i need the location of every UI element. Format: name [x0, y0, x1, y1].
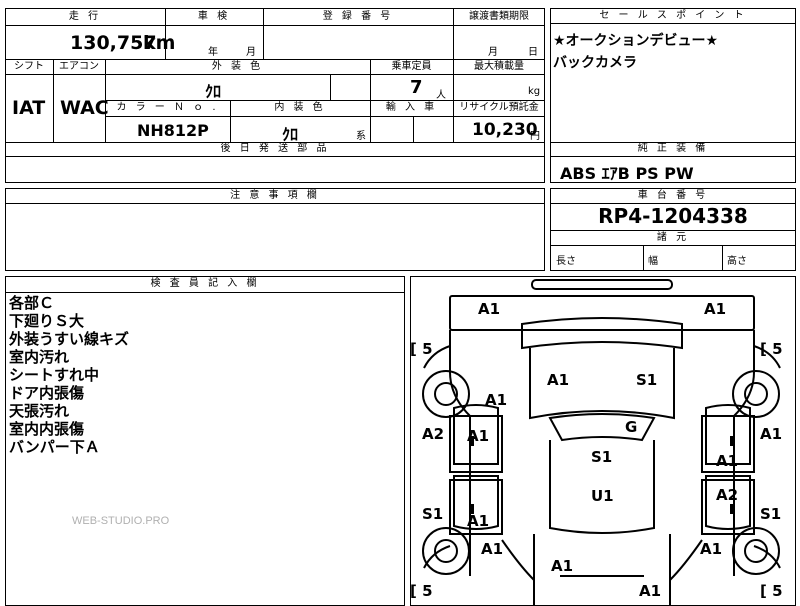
transfer-month: 月	[488, 47, 498, 58]
recycle-value: 10,230	[472, 120, 538, 140]
shift-value: IAT	[12, 97, 46, 119]
remark-line: ドア内張傷	[9, 384, 85, 402]
mark-left-rocker: S1	[422, 505, 444, 523]
recycle-deposit-label: リサイクル預託金	[459, 102, 539, 113]
aircon-value: WAC	[60, 97, 109, 119]
aircon-label: エアコン	[59, 61, 99, 72]
mark-front-right: A1	[704, 300, 727, 318]
mark-left-rear-fender: A1	[481, 540, 504, 558]
mark-rear-right: A1	[639, 582, 662, 600]
import-label: 輸 入 車	[385, 102, 438, 113]
sales-point-line-1: ★オークションデビュー★	[553, 33, 719, 49]
mark-right-rear-fender: A1	[700, 540, 723, 558]
tire-front-left: [ 5	[410, 340, 433, 358]
inspector-remarks-list: 各部Ｃ 下廻りＳ大 外装うすい線キズ 室内汚れ シートすれ中 ドア内張傷 天張汚…	[9, 294, 129, 456]
mark-roof-rear: U1	[591, 487, 614, 505]
tire-front-right: [ 5	[760, 340, 783, 358]
mark-left-front-door: A1	[467, 427, 490, 445]
interior-color-label: 内 装 色	[274, 102, 326, 113]
rear-right-wheel-hub	[744, 539, 768, 563]
mark-left-rear-door: A1	[467, 512, 490, 530]
interior-color-suffix: 系	[356, 131, 366, 142]
load-unit: kg	[528, 86, 541, 97]
mark-right-front-door: A1	[716, 452, 739, 470]
remark-line: 各部Ｃ	[9, 294, 55, 312]
chassis-number-value: RP4-1204338	[598, 204, 748, 228]
exterior-color-label: 外 装 色	[211, 61, 264, 72]
width-label: 幅	[648, 256, 658, 267]
rear-left-wheel-hub	[434, 539, 458, 563]
length-label: 長さ	[556, 256, 576, 267]
mark-left-fender: A1	[485, 391, 508, 409]
mark-left-quarter-front: A2	[422, 425, 445, 443]
registration-label: 登 録 番 号	[322, 11, 394, 22]
genuine-equipment-value: ABS ｴｱB PS PW	[560, 164, 694, 183]
specs-label: 諸 元	[656, 232, 690, 243]
tire-rear-right: [ 5	[760, 582, 783, 600]
sales-point-line-2: バックカメラ	[553, 55, 637, 71]
remark-line: 天張汚れ	[9, 402, 70, 420]
shaken-label: 車 検	[197, 11, 231, 22]
color-number-label: カ ラ ー Ｎ ｏ .	[116, 102, 219, 113]
tire-rear-left: [ 5	[410, 582, 433, 600]
mark-right-rocker: S1	[760, 505, 782, 523]
remark-line: バンパー下Ａ	[9, 438, 100, 456]
shift-label: シフト	[14, 61, 44, 72]
shaken-month: 月	[246, 47, 256, 58]
remark-line: 室内内張傷	[9, 420, 85, 438]
inspector-remarks-label: 検 査 員 記 入 欄	[150, 278, 260, 289]
mark-front-left: A1	[478, 300, 501, 318]
mark-right-rear-door: A2	[716, 486, 739, 504]
mark-roof-front: S1	[591, 448, 613, 466]
mileage-unit: km	[143, 32, 176, 54]
front-right-wheel-hub	[744, 382, 768, 406]
transfer-day: 日	[528, 47, 538, 58]
transfer-deadline-label: 譲渡書類期限	[469, 11, 529, 22]
remark-line: 下廻りＳ大	[9, 312, 85, 330]
recycle-unit: 円	[530, 131, 540, 142]
color-number-value: NH812P	[137, 121, 209, 140]
remark-line: シートすれ中	[9, 366, 100, 384]
mark-rear-left: A1	[551, 557, 574, 575]
mark-hood-right: S1	[636, 371, 658, 389]
mileage-label: 走 行	[68, 11, 102, 22]
genuine-equipment-label: 純 正 装 備	[637, 143, 709, 154]
notes-label: 注 意 事 項 欄	[230, 190, 320, 201]
remark-line: 外装うすい線キズ	[9, 330, 130, 348]
mark-right-quarter-front: A1	[760, 425, 783, 443]
front-left-wheel-hub	[434, 382, 458, 406]
sales-points-box	[550, 8, 796, 143]
shaken-year: 年	[208, 47, 218, 58]
max-load-label: 最大積載量	[474, 61, 524, 72]
chassis-number-label: 車 台 番 号	[637, 190, 709, 201]
mark-windshield: G	[625, 418, 638, 436]
capacity-value: 7	[410, 77, 423, 98]
mark-hood-left: A1	[547, 371, 570, 389]
remark-line: 室内汚れ	[9, 348, 70, 366]
exterior-color-value: ｸﾛ	[205, 82, 222, 101]
sales-points-label: セ ー ル ス ポ イ ン ト	[599, 10, 747, 21]
capacity-label: 乗車定員	[391, 61, 432, 72]
watermark: WEB-STUDIO.PRO	[72, 515, 170, 527]
parts-later-label: 後 日 発 送 部 品	[220, 143, 330, 154]
height-label: 高さ	[727, 256, 747, 267]
capacity-unit: 人	[436, 90, 446, 101]
